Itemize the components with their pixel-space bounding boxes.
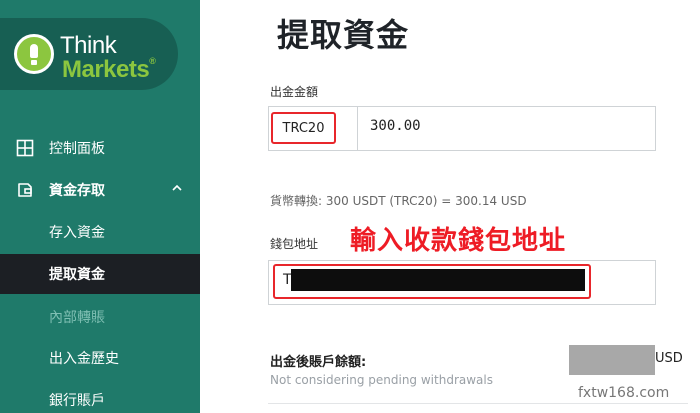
sidebar-item-label: 銀行賬戶 — [49, 393, 105, 409]
amount-input[interactable]: 300.00 — [370, 118, 421, 134]
conversion-text: 貨幣轉換: 300 USDT (TRC20) = 300.14 USD — [270, 194, 527, 208]
amount-label: 出金金額 — [270, 85, 319, 99]
sidebar-item-deposit[interactable]: 存入資金 — [0, 212, 200, 252]
amount-divider — [357, 107, 358, 150]
sidebar-item-label: 控制面板 — [49, 141, 105, 157]
divider — [268, 403, 688, 404]
page-title: 提取資金 — [277, 16, 410, 54]
balance-value-redaction — [569, 345, 655, 375]
logo-registered-mark: ® — [149, 56, 156, 66]
balance-currency: USD — [655, 351, 683, 366]
sidebar-item-bank-accounts[interactable]: 銀行賬戶 — [0, 380, 200, 413]
dashboard-grid-icon — [16, 139, 34, 157]
annotation-text: 輸入收款錢包地址 — [350, 226, 567, 256]
logo-markets-word: Markets — [62, 56, 150, 83]
sidebar-item-withdraw[interactable]: 提取資金 — [0, 254, 200, 294]
sidebar-item-label: 提取資金 — [49, 267, 105, 283]
lightbulb-icon — [14, 34, 54, 74]
sidebar-item-label: 出入金歷史 — [49, 351, 119, 367]
chevron-up-icon[interactable] — [172, 183, 182, 193]
sidebar-item-label: 資金存取 — [49, 183, 105, 199]
balance-note: Not considering pending withdrawals — [270, 373, 493, 387]
wallet-address-label: 錢包地址 — [270, 237, 319, 251]
sidebar-item-dashboard[interactable]: 控制面板 — [0, 128, 200, 168]
sidebar-item-label: 內部轉賬 — [49, 310, 105, 326]
app-root: Think Markets® 控制面板 資金存取 存入資金 提取資金 內部轉賬 … — [0, 0, 700, 413]
currency-select[interactable]: TRC20 — [271, 112, 336, 144]
watermark: fxtw168.com — [578, 385, 670, 401]
logo[interactable]: Think Markets® — [0, 18, 178, 90]
sidebar: Think Markets® 控制面板 資金存取 存入資金 提取資金 內部轉賬 … — [0, 0, 200, 413]
sidebar-item-internal-transfer[interactable]: 內部轉賬 — [0, 297, 200, 337]
wallet-address-redaction — [291, 269, 585, 291]
balance-label: 出金後賬戶餘額: — [270, 355, 367, 370]
wallet-icon — [18, 183, 32, 197]
sidebar-item-history[interactable]: 出入金歷史 — [0, 338, 200, 378]
sidebar-item-funds[interactable]: 資金存取 — [0, 170, 200, 210]
sidebar-item-label: 存入資金 — [49, 225, 105, 241]
logo-markets-text: Markets® — [62, 56, 156, 84]
